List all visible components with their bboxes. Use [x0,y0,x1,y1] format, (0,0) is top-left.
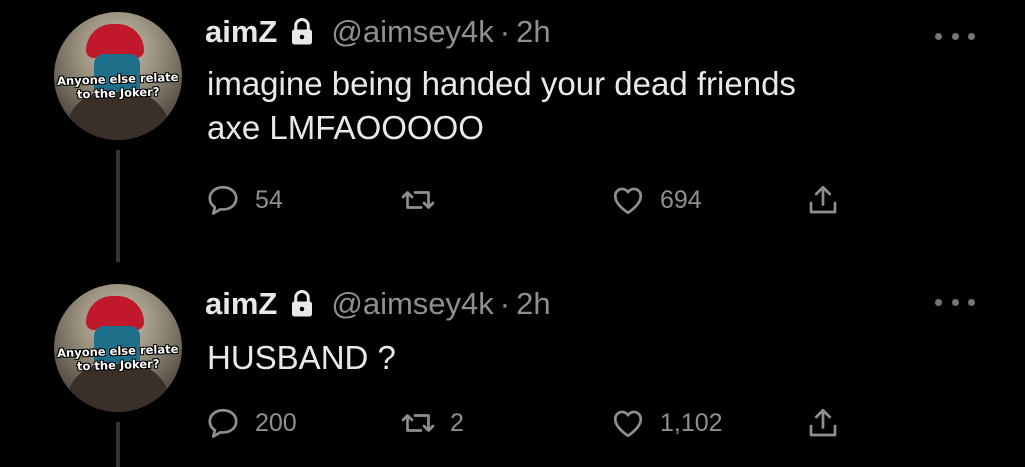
retweet-button[interactable] [400,180,450,220]
reply-icon [208,408,238,438]
timestamp[interactable]: 2h [516,286,550,322]
separator: · [499,14,511,49]
lock-icon [287,289,317,319]
display-name[interactable]: aimZ [205,286,277,322]
tweet[interactable]: Anyone else relate to the Joker? aimZ @a… [0,262,1025,467]
reply-button[interactable]: 54 [205,180,283,220]
share-button[interactable] [805,180,841,220]
heart-icon [613,187,643,215]
reply-count: 54 [255,185,283,214]
thread-line [116,422,120,467]
display-name[interactable]: aimZ [205,14,277,50]
handle[interactable]: @aimsey4k [331,286,493,322]
heart-icon [613,410,643,438]
like-count: 1,102 [660,408,723,437]
share-button[interactable] [805,403,841,443]
retweet-button[interactable]: 2 [400,403,464,443]
reply-button[interactable]: 200 [205,403,297,443]
reply-count: 200 [255,408,297,437]
more-icon[interactable] [935,26,975,46]
share-icon [809,408,837,437]
retweet-count: 2 [450,408,464,437]
reply-icon [208,185,238,215]
avatar-caption: Anyone else relate to the Joker? [56,69,179,102]
action-bar: 54 694 [205,180,865,220]
like-button[interactable]: 1,102 [610,403,723,443]
like-button[interactable]: 694 [610,180,702,220]
timestamp[interactable]: 2h [516,14,550,50]
tweet-text: imagine being handed your dead friends a… [207,62,796,150]
avatar-hat [86,296,144,330]
tweet-text-line: axe LMFAOOOOO [207,109,484,146]
thread-line [116,150,120,262]
tweet-text-line: HUSBAND ? [207,339,396,376]
retweet-icon [401,414,435,432]
like-count: 694 [660,185,702,214]
handle[interactable]: @aimsey4k [331,14,493,50]
tweet-header: aimZ @aimsey4k · 2h [205,282,551,326]
tweet[interactable]: Anyone else relate to the Joker? aimZ @a… [0,0,1025,262]
avatar[interactable]: Anyone else relate to the Joker? [54,284,182,412]
avatar-hat [86,24,144,58]
retweet-icon [401,191,435,209]
avatar[interactable]: Anyone else relate to the Joker? [54,12,182,140]
tweet-header: aimZ @aimsey4k · 2h [205,10,551,54]
action-bar: 200 2 1,102 [205,403,865,443]
more-icon[interactable] [935,292,975,312]
tweet-text-line: imagine being handed your dead friends [207,65,796,102]
tweet-text: HUSBAND ? [207,336,396,380]
lock-icon [287,17,317,47]
separator: · [499,286,511,321]
avatar-caption: Anyone else relate to the Joker? [56,341,179,374]
share-icon [809,185,837,214]
